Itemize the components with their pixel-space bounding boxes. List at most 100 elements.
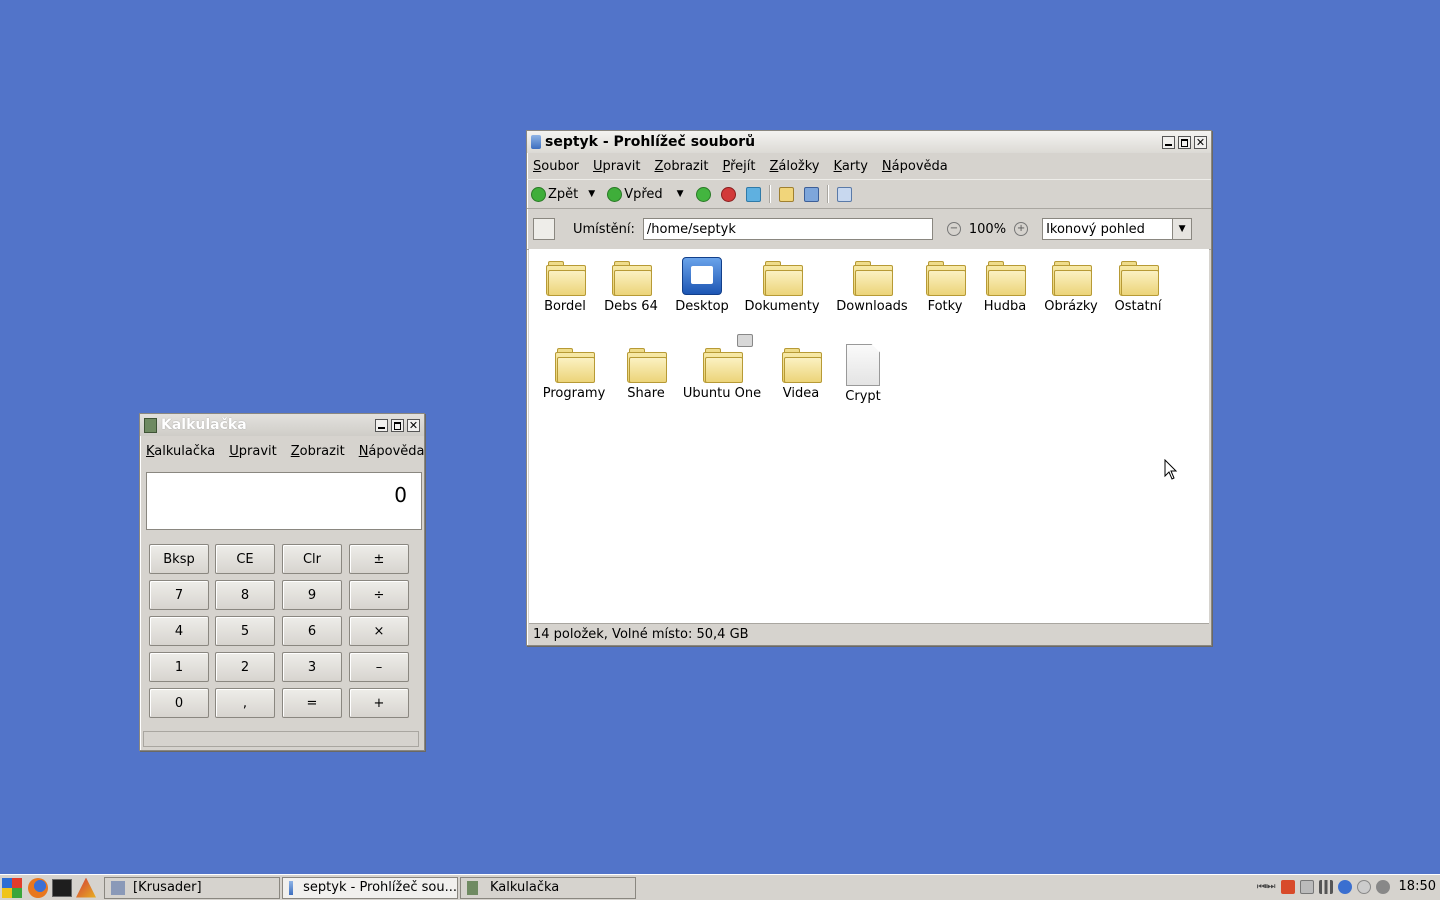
calc-button[interactable]: 8 <box>215 580 275 610</box>
file-item-label: Programy <box>542 386 606 401</box>
file-item[interactable]: Ubuntu One <box>682 334 762 401</box>
maximize-button[interactable] <box>1178 135 1191 149</box>
clock[interactable]: 18:50 <box>1399 879 1436 894</box>
file-manager-window: septyk - Prohlížeč souborů ✕ Soubor Upra… <box>526 130 1212 646</box>
folder-icon <box>546 261 586 296</box>
calc-button[interactable]: ± <box>349 544 409 574</box>
menu-karty[interactable]: Karty <box>834 159 868 174</box>
task-krusader[interactable]: [Krusader] <box>104 876 280 899</box>
file-item[interactable]: Crypt <box>823 344 903 404</box>
lock-icon <box>737 334 753 347</box>
calc-menu-upravit[interactable]: Upravit <box>229 444 276 459</box>
calc-button[interactable]: – <box>349 652 409 682</box>
forward-button[interactable]: Vpřed <box>607 186 663 202</box>
toggle-location-entry-icon[interactable] <box>533 218 555 240</box>
file-manager-titlebar[interactable]: septyk - Prohlížeč souborů ✕ <box>527 131 1211 153</box>
file-item[interactable]: Dokumenty <box>742 261 822 314</box>
location-label: Umístění: <box>573 221 635 237</box>
calc-button[interactable]: 9 <box>282 580 342 610</box>
menu-zobrazit[interactable]: Zobrazit <box>655 159 709 174</box>
computer-icon[interactable] <box>803 186 819 202</box>
icon-view[interactable]: Bordel Debs 64 Desktop Dokumenty Downloads Fo… <box>529 249 1209 623</box>
calc-button[interactable]: 0 <box>149 688 209 718</box>
bluetooth-icon[interactable] <box>1337 879 1352 894</box>
calc-button[interactable]: ÷ <box>349 580 409 610</box>
back-history-dropdown[interactable]: ▼ <box>588 189 595 199</box>
zoom-level[interactable]: 100% <box>969 222 1006 237</box>
file-item[interactable]: Programy <box>534 348 614 401</box>
view-mode-select[interactable]: Ikonový pohled ▼ <box>1042 218 1193 240</box>
calc-button[interactable]: × <box>349 616 409 646</box>
calculator-title: Kalkulačka <box>161 417 247 433</box>
toolbar-separator <box>826 185 829 203</box>
calc-button[interactable]: Bksp <box>149 544 209 574</box>
calc-button[interactable]: CE <box>215 544 275 574</box>
system-tray: ⏮⏸⏭ 18:50 <box>1257 879 1436 894</box>
calc-button[interactable]: 2 <box>215 652 275 682</box>
calc-button[interactable]: 5 <box>215 616 275 646</box>
calc-button[interactable]: 1 <box>149 652 209 682</box>
calc-button[interactable]: Clr <box>282 544 342 574</box>
menu-upravit[interactable]: Upravit <box>593 159 640 174</box>
file-item-label: Ubuntu One <box>682 386 762 401</box>
task-label: Kalkulačka <box>490 880 560 895</box>
stop-icon[interactable] <box>720 186 736 202</box>
menu-zalozky[interactable]: Záložky <box>769 159 819 174</box>
file-item[interactable]: Downloads <box>832 261 912 314</box>
home-icon[interactable] <box>778 186 794 202</box>
calculator-titlebar[interactable]: Kalkulačka ✕ <box>140 414 424 436</box>
krusader-launcher-icon[interactable] <box>76 877 96 898</box>
file-item[interactable]: Desktop <box>662 257 742 314</box>
forward-arrow-icon <box>607 186 623 202</box>
network-signal-icon[interactable] <box>1318 879 1333 894</box>
calc-menu-zobrazit[interactable]: Zobrazit <box>291 444 345 459</box>
calc-button[interactable]: + <box>349 688 409 718</box>
menu-soubor[interactable]: Soubor <box>533 159 579 174</box>
search-icon[interactable] <box>836 186 852 202</box>
task-file-manager[interactable]: septyk - Prohlížeč sou... <box>282 876 458 899</box>
menu-prejit[interactable]: Přejít <box>722 159 755 174</box>
power-icon[interactable] <box>1375 879 1390 894</box>
media-controls-icon[interactable]: ⏮⏸⏭ <box>1257 882 1276 892</box>
calc-button[interactable]: 4 <box>149 616 209 646</box>
location-input[interactable] <box>642 218 933 240</box>
menu-napoveda[interactable]: Nápověda <box>882 159 948 174</box>
krusader-task-icon <box>111 880 125 895</box>
back-button[interactable]: Zpět <box>531 186 579 202</box>
back-label: Zpět <box>548 186 579 202</box>
folder-icon <box>1119 261 1159 296</box>
file-item[interactable]: Ostatní <box>1098 261 1178 314</box>
calc-button[interactable]: = <box>282 688 342 718</box>
calculator-close-button[interactable]: ✕ <box>407 418 420 432</box>
zoom-in-icon[interactable]: + <box>1014 222 1029 236</box>
forward-history-dropdown[interactable]: ▼ <box>677 189 684 199</box>
volume-icon[interactable] <box>1356 879 1371 894</box>
task-calculator[interactable]: Kalkulačka <box>460 876 636 899</box>
minimize-button[interactable] <box>1162 135 1175 149</box>
calc-button[interactable]: 6 <box>282 616 342 646</box>
close-button[interactable]: ✕ <box>1194 135 1207 149</box>
calc-button[interactable]: , <box>215 688 275 718</box>
reload-icon[interactable] <box>745 186 761 202</box>
firefox-icon[interactable] <box>28 877 48 898</box>
folder-icon <box>612 261 652 296</box>
calculator-menubar: Kalkulačka Upravit Zobrazit Nápověda <box>140 438 425 464</box>
calc-menu-kalkulacka[interactable]: Kalkulačka <box>146 444 215 459</box>
calc-button[interactable]: 3 <box>282 652 342 682</box>
calculator-minimize-button[interactable] <box>375 418 388 432</box>
calc-menu-napoveda[interactable]: Nápověda <box>359 444 425 459</box>
updates-icon[interactable] <box>1280 879 1295 894</box>
task-label: septyk - Prohlížeč sou... <box>303 880 457 895</box>
calculator-maximize-button[interactable] <box>391 418 404 432</box>
chevron-down-icon: ▼ <box>1172 219 1192 239</box>
status-text: 14 položek, Volné místo: 50,4 GB <box>533 626 749 642</box>
zoom-out-icon[interactable]: − <box>946 222 961 236</box>
calc-button[interactable]: 7 <box>149 580 209 610</box>
terminal-icon[interactable] <box>52 878 72 897</box>
up-icon[interactable] <box>695 186 711 202</box>
start-menu-icon[interactable] <box>2 877 22 898</box>
file-item[interactable]: Share <box>606 348 686 401</box>
disk-icon[interactable] <box>1299 879 1314 894</box>
file-item-label: Debs 64 <box>604 299 658 314</box>
file-item[interactable]: Debs 64 <box>591 261 671 314</box>
